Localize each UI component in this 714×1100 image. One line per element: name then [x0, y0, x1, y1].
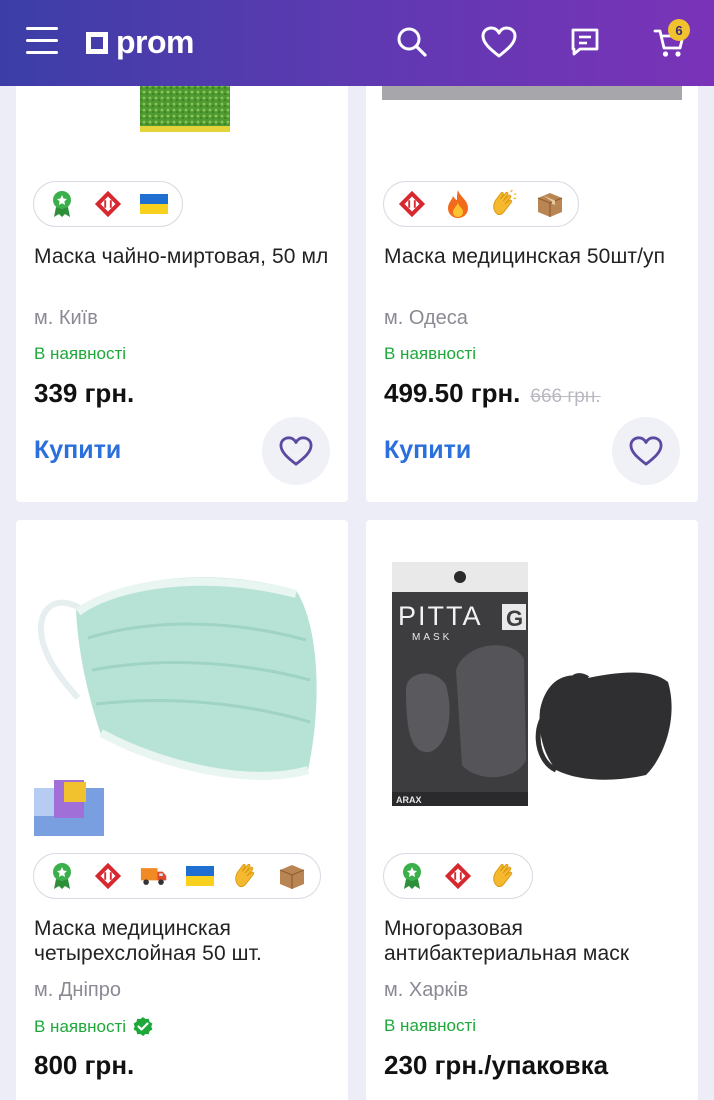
product-price: 800 грн. — [34, 1050, 135, 1080]
clapping-hands-icon — [490, 862, 518, 890]
logo-text: prom — [116, 24, 195, 60]
stock-status: В наявності — [384, 1016, 476, 1036]
product-card[interactable]: Маска медицинская 50шт/уп м. Одеса В ная… — [366, 60, 698, 502]
top-header: prom 6 — [0, 0, 714, 86]
nova-poshta-icon — [94, 190, 122, 218]
product-card[interactable]: PITTA G MASK ARAX Многоразовая антибакте… — [366, 520, 698, 1100]
product-city: м. Одеса — [384, 307, 468, 329]
heart-icon[interactable] — [479, 22, 519, 62]
mask-label-text: MASK — [412, 632, 452, 643]
stock-status: В наявності — [34, 344, 126, 364]
stock-status-text: В наявності — [384, 1016, 477, 1035]
stock-status-text: В наявності — [34, 344, 127, 363]
product-badges — [383, 181, 579, 227]
award-icon — [398, 862, 426, 890]
arax-maker-text: ARAX — [396, 795, 422, 805]
product-city: м. Дніпро — [34, 979, 121, 1001]
product-title[interactable]: Маска медицинская четырехслойная 50 шт. — [34, 916, 334, 966]
product-badges — [383, 853, 533, 899]
stock-status-text: В наявності — [34, 1017, 127, 1036]
heart-outline-icon — [279, 436, 313, 466]
cart-count-badge: 6 — [668, 19, 690, 41]
nova-poshta-icon — [398, 190, 426, 218]
package-icon — [278, 862, 306, 890]
current-price: 499.50 грн. — [384, 378, 521, 408]
product-city: м. Київ — [34, 307, 98, 329]
nova-poshta-icon — [444, 862, 472, 890]
add-to-favorites-button[interactable] — [612, 417, 680, 485]
stock-status: В наявності — [34, 1016, 154, 1038]
add-to-favorites-button[interactable] — [262, 417, 330, 485]
stock-status-text: В наявності — [384, 344, 477, 363]
stock-status: В наявності — [384, 344, 476, 364]
delivery-truck-icon — [140, 862, 168, 890]
product-card[interactable]: Маска медицинская четырехслойная 50 шт. … — [16, 520, 348, 1100]
heart-outline-icon — [629, 436, 663, 466]
product-price: 499.50 грн. 666 грн. — [384, 378, 601, 409]
product-city: м. Харків — [384, 979, 469, 1001]
prom-logo[interactable]: prom — [86, 24, 195, 60]
clapping-hands-icon — [232, 862, 260, 890]
product-title[interactable]: Маска чайно-миртовая, 50 мл — [34, 244, 334, 269]
search-icon[interactable] — [392, 22, 432, 62]
verified-seller-icon — [133, 1017, 153, 1036]
ukraine-flag-icon — [186, 862, 214, 890]
product-badges — [33, 853, 321, 899]
product-badges — [33, 181, 183, 227]
menu-icon[interactable] — [26, 27, 58, 55]
package-icon — [536, 190, 564, 218]
pitta-letter-text: G — [506, 606, 523, 631]
award-icon — [48, 190, 76, 218]
award-icon — [48, 862, 76, 890]
product-title-full[interactable]: Многоразовая антибактериальная маск — [384, 916, 684, 966]
buy-button[interactable]: Купити — [384, 436, 471, 465]
messages-icon[interactable] — [565, 22, 605, 62]
product-price: 339 грн. — [34, 378, 135, 408]
pitta-brand-text: PITTA — [398, 601, 483, 631]
product-image[interactable]: PITTA G MASK ARAX — [366, 520, 698, 846]
buy-button[interactable]: Купити — [34, 436, 121, 465]
product-card[interactable]: Маска чайно-миртовая, 50 мл м. Київ В на… — [16, 60, 348, 502]
product-image[interactable] — [16, 520, 348, 846]
ukraine-flag-icon — [140, 190, 168, 218]
product-price: 230 грн./упаковка — [384, 1050, 609, 1080]
product-title[interactable]: Маска медицинская 50шт/уп — [384, 244, 684, 269]
fire-icon — [444, 190, 472, 218]
logo-square-icon — [86, 32, 108, 54]
nova-poshta-icon — [94, 862, 122, 890]
old-price: 666 грн. — [530, 386, 601, 407]
clapping-hands-icon — [490, 189, 518, 218]
